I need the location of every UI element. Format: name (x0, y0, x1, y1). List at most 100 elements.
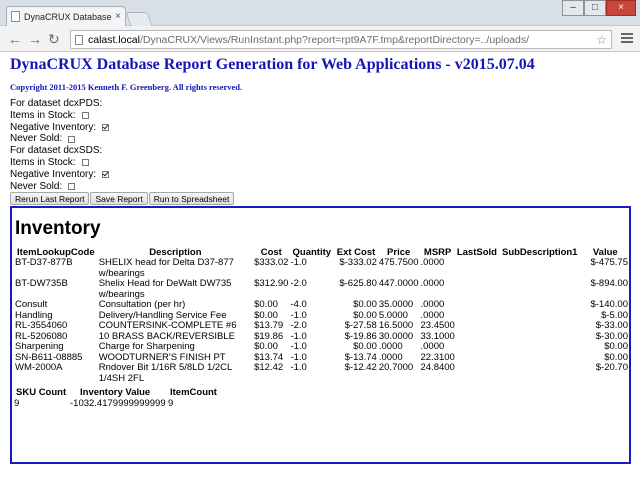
browser-tab[interactable]: DynaCRUX Database Repo × (6, 6, 126, 26)
table-cell (498, 332, 582, 343)
table-cell (456, 321, 498, 332)
option-checkbox[interactable] (81, 112, 89, 120)
table-cell: $12.42 (254, 362, 284, 373)
table-cell: RL-3554060 (15, 320, 68, 331)
maximize-button[interactable]: □ (584, 0, 606, 16)
option-row: Negative Inventory: (10, 122, 636, 134)
table-row: BT-DW735B Shelix Head for DeWalt DW735 w/… (14, 278, 629, 300)
table-cell: $0.00 (353, 341, 377, 352)
minimize-button[interactable]: – (562, 0, 584, 16)
close-window-button[interactable]: × (606, 0, 636, 16)
option-checkbox[interactable] (68, 135, 76, 143)
table-cell (498, 311, 582, 322)
table-cell: BT-D37-877B (15, 257, 73, 268)
table-cell (498, 321, 582, 332)
page-info-icon[interactable] (75, 34, 83, 45)
table-cell: -1.0 (290, 362, 307, 373)
browser-toolbar: ← → ↻ calast.local /DynaCRUX/Views/RunIn… (0, 26, 640, 52)
table-cell: Charge for Sharpening (98, 341, 195, 352)
table-cell (498, 353, 582, 364)
browser-titlebar: DynaCRUX Database Repo × – □ × (0, 0, 640, 26)
table-cell: Consultation (per hr) (98, 299, 186, 310)
table-cell: -1.0 (290, 257, 307, 268)
option-label: Negative Inventory: (10, 121, 97, 133)
inventory-table: ItemLookupCode Description Cost Quantity Ext… (14, 248, 629, 384)
table-cell: -1.0 (290, 341, 307, 352)
back-icon[interactable]: ← (8, 31, 22, 47)
summary: SKU Count 9 Inventory Value -1032.417999… (14, 387, 629, 409)
table-row: RL-3554060 COUNTERSINK-COMPLETE #6 $13.79-… (14, 320, 629, 332)
table-cell: .0000 (420, 341, 445, 352)
table-cell: $-12.42 (344, 362, 377, 373)
table-cell: $312.90 (254, 278, 289, 289)
table-cell: $-33.00 (595, 320, 628, 331)
table-cell (456, 363, 498, 384)
url-path: /DynaCRUX/Views/RunInstant.php?report=rp… (139, 33, 530, 46)
table-cell (456, 300, 498, 311)
table-cell (456, 342, 498, 353)
url-host: calast.local (88, 33, 140, 46)
table-cell: .0000 (420, 299, 445, 310)
column-header: SubDescription1 (501, 247, 578, 258)
table-cell: $-20.70 (595, 362, 628, 373)
table-cell: $-333.02 (339, 257, 377, 268)
table-cell: 475.7500 (378, 257, 419, 268)
option-row: Never Sold: (10, 181, 636, 193)
table-cell (498, 279, 582, 300)
option-label: Items in Stock: (10, 156, 76, 168)
table-cell (456, 311, 498, 322)
table-cell: $-140.00 (590, 299, 628, 310)
bookmark-star-icon[interactable]: ☆ (596, 33, 607, 47)
table-cell: -4.0 (290, 299, 307, 310)
option-row: Items in Stock: (10, 110, 636, 122)
table-cell: 35.0000 (378, 299, 414, 310)
forward-icon[interactable]: → (28, 31, 42, 47)
table-row: Consult Consultation (per hr) $0.00 -4.0 $0.… (14, 299, 629, 311)
close-tab-icon[interactable]: × (115, 11, 121, 22)
table-cell: -2.0 (290, 278, 307, 289)
reload-icon[interactable]: ↻ (48, 31, 60, 47)
table-cell: $0.00 (254, 299, 278, 310)
table-cell: 23.4500 (420, 320, 455, 331)
option-checkbox[interactable] (68, 182, 76, 190)
table-cell: WM-2000A (15, 362, 63, 373)
option-label: Negative Inventory: (10, 168, 97, 180)
table-cell: SHELIX head for Delta D37-877 w/bearings (98, 257, 234, 279)
table-cell: 20.7000 (378, 362, 414, 373)
dataset-label: For dataset dcxSDS: (10, 145, 636, 157)
option-checkbox[interactable] (81, 159, 89, 167)
report-panel: Inventory ItemLookupCode Description Cost Q… (10, 206, 631, 464)
new-tab-button[interactable] (125, 12, 153, 26)
table-cell (498, 300, 582, 311)
dataset-label: For dataset dcxPDS: (10, 98, 636, 110)
table-cell: .0000 (420, 278, 445, 289)
table-row: BT-D37-877B SHELIX head for Delta D37-877… (14, 257, 629, 279)
report-options: For dataset dcxPDS: Items in Stock: Negati… (10, 98, 636, 192)
summary-label: SKU Count (16, 387, 67, 398)
table-cell: -2.0 (290, 320, 307, 331)
report-title: Inventory (15, 218, 101, 239)
table-cell: $-894.00 (590, 278, 628, 289)
table-cell: COUNTERSINK-COMPLETE #6 (98, 320, 237, 331)
table-cell: $0.00 (254, 341, 278, 352)
address-bar[interactable]: calast.local /DynaCRUX/Views/RunInstant.… (70, 30, 612, 49)
save-report-button[interactable]: Save Report (90, 192, 148, 206)
table-cell: 447.0000 (378, 278, 419, 289)
column-header: LastSold (456, 247, 497, 258)
summary-label: ItemCount (170, 387, 217, 398)
table-cell (498, 363, 582, 384)
page-icon (11, 11, 20, 22)
table-cell: Shelix Head for DeWalt DW735 w/bearings (98, 278, 232, 300)
menu-icon[interactable] (621, 33, 633, 45)
table-cell: Rndover Bit 1/16R 5/8LD 1/2CL 1/4SH 2FL (98, 362, 232, 384)
table-cell: $13.79 (254, 320, 284, 331)
option-checkbox[interactable] (102, 123, 110, 131)
option-checkbox[interactable] (102, 171, 110, 179)
window-controls: – □ × (562, 0, 636, 16)
table-cell: Consult (15, 299, 48, 310)
option-label: Never Sold: (10, 180, 63, 192)
action-buttons: Rerun Last Report Save Report Run to Spr… (10, 192, 636, 206)
table-cell: $-625.80 (339, 278, 377, 289)
run-to-spreadsheet-button[interactable]: Run to Spreadsheet (148, 192, 235, 206)
rerun-last-report-button[interactable]: Rerun Last Report (10, 192, 90, 206)
